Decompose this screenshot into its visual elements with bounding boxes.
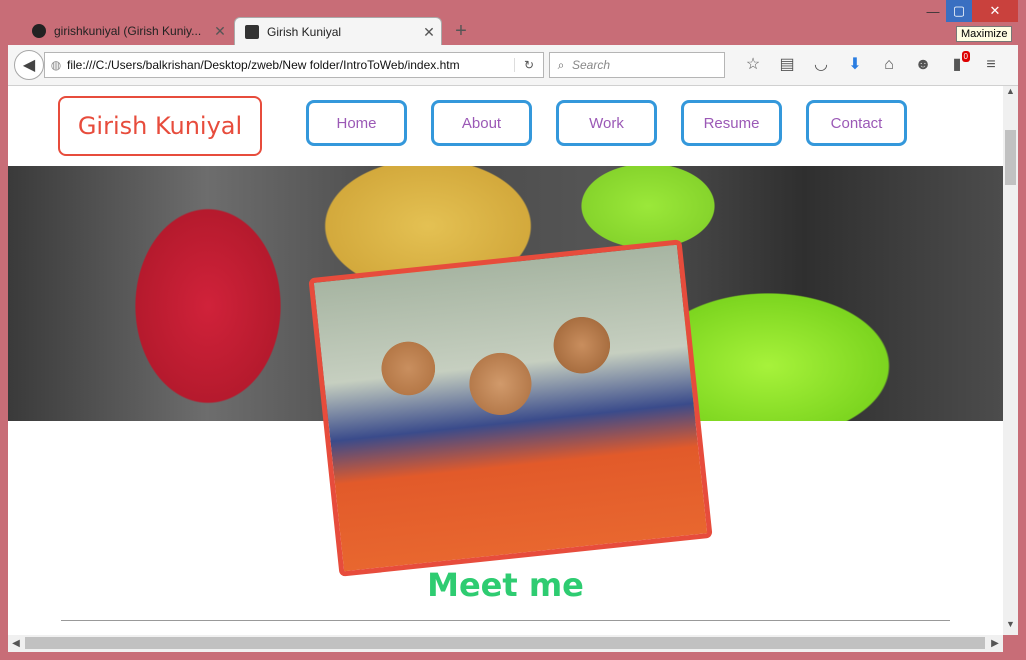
reading-list-icon[interactable]: ▤ [770, 53, 804, 77]
tab-title: Girish Kuniyal [267, 25, 342, 39]
site-nav: Home About Work Resume Contact [306, 100, 907, 146]
scroll-right-icon[interactable]: ▶ [987, 635, 1003, 652]
nav-contact[interactable]: Contact [806, 100, 907, 146]
download-icon[interactable]: ⬇ [838, 53, 872, 77]
title-bar: girishkuniyal (Girish Kuniy... ✕ Girish … [0, 0, 1026, 46]
tab-github[interactable]: girishkuniyal (Girish Kuniy... ✕ [22, 17, 232, 45]
nav-about[interactable]: About [431, 100, 532, 146]
search-placeholder: Search [572, 58, 611, 72]
divider [61, 620, 950, 621]
back-button[interactable]: ◀ [14, 50, 44, 80]
scroll-thumb-horizontal[interactable] [25, 637, 985, 649]
site-logo[interactable]: Girish Kuniyal [58, 96, 262, 156]
addon-icon[interactable]: ▮ 0 [940, 51, 974, 77]
maximize-tooltip: Maximize [956, 26, 1013, 42]
search-icon: ⌕ [557, 57, 565, 72]
nav-resume[interactable]: Resume [681, 100, 782, 146]
github-icon [32, 24, 46, 38]
bookmark-star-icon[interactable]: ☆ [736, 53, 770, 77]
page-icon [245, 25, 259, 39]
close-tab-icon[interactable]: ✕ [417, 24, 441, 41]
window-controls: — ▢ ✕ [920, 0, 1018, 22]
scroll-thumb[interactable] [1005, 130, 1016, 185]
nav-home[interactable]: Home [306, 100, 407, 146]
addon-badge: 0 [961, 51, 970, 62]
search-input[interactable]: ⌕ Search [549, 52, 725, 78]
new-tab-button[interactable]: + [450, 20, 472, 42]
vertical-scrollbar[interactable]: ▲ ▼ [1003, 86, 1018, 635]
url-text[interactable]: file:///C:/Users/balkrishan/Desktop/zweb… [67, 58, 514, 72]
section-heading: Meet me [427, 566, 584, 604]
close-window-button[interactable]: ✕ [972, 0, 1018, 22]
toolbar-icons: ☆ ▤ ◡ ⬇ ⌂ ☻ ▮ 0 ≡ [736, 51, 1008, 77]
hello-icon[interactable]: ☻ [906, 53, 940, 77]
home-icon[interactable]: ⌂ [872, 53, 906, 77]
nav-work[interactable]: Work [556, 100, 657, 146]
close-tab-icon[interactable]: ✕ [208, 23, 232, 40]
menu-icon[interactable]: ≡ [974, 53, 1008, 77]
reload-icon[interactable]: ↻ [514, 58, 543, 72]
scroll-left-icon[interactable]: ◀ [8, 635, 24, 652]
back-arrow-icon: ◀ [22, 57, 36, 74]
tab-title: girishkuniyal (Girish Kuniy... [54, 24, 202, 38]
horizontal-scrollbar[interactable]: ◀ ▶ [8, 635, 1003, 652]
globe-icon: ◍ [50, 58, 62, 72]
browser-toolbar: ◀ ◍ file:///C:/Users/balkrishan/Desktop/… [8, 45, 1018, 86]
address-bar[interactable]: ◍ file:///C:/Users/balkrishan/Desktop/zw… [44, 52, 544, 78]
page-viewport: Girish Kuniyal Home About Work Resume Co… [8, 86, 1003, 635]
pocket-icon[interactable]: ◡ [804, 53, 838, 77]
profile-photo [308, 239, 713, 577]
scroll-up-icon[interactable]: ▲ [1003, 86, 1018, 102]
scroll-down-icon[interactable]: ▼ [1003, 619, 1018, 635]
minimize-button[interactable]: — [920, 0, 946, 22]
tab-girish-kuniyal[interactable]: Girish Kuniyal ✕ [234, 17, 442, 46]
maximize-button[interactable]: ▢ [946, 0, 972, 22]
